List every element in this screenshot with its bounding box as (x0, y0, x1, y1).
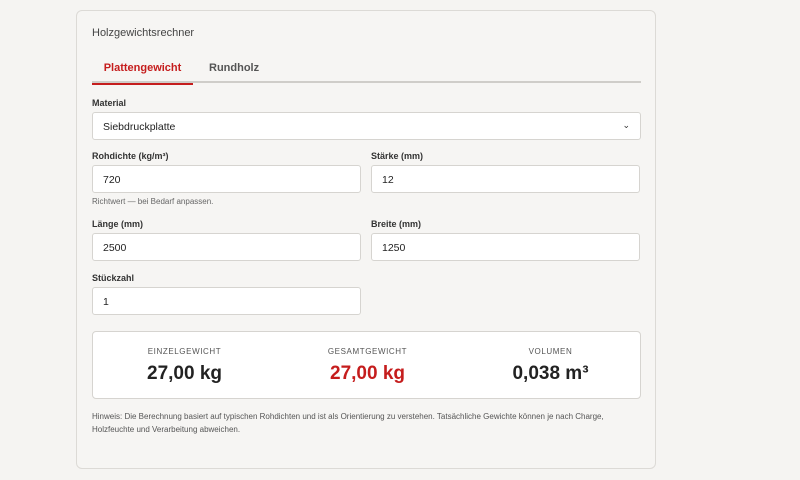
results-panel: EINZELGEWICHT 27,00 kg GESAMTGEWICHT 27,… (92, 331, 641, 399)
calculator-card: Holzgewichtsrechner Plattengewicht Rundh… (76, 10, 656, 469)
length-input[interactable]: 2500 (92, 233, 361, 261)
density-input[interactable]: 720 (92, 165, 361, 193)
quantity-input[interactable]: 1 (92, 287, 361, 315)
material-select[interactable]: Siebdruckplatte ⌄ (92, 112, 641, 140)
card-title: Holzgewichtsrechner (92, 27, 195, 39)
material-value: Siebdruckplatte (103, 121, 176, 133)
length-label: Länge (mm) (92, 219, 144, 229)
total-weight-value: 27,00 kg (330, 363, 405, 384)
thickness-label: Stärke (mm) (371, 151, 424, 161)
volume-result: VOLUMEN 0,038 m³ (459, 332, 642, 400)
single-weight-result: EINZELGEWICHT 27,00 kg (93, 332, 276, 400)
thickness-input[interactable]: 12 (371, 165, 640, 193)
quantity-label: Stückzahl (92, 273, 135, 283)
density-label: Rohdichte (kg/m³) (92, 151, 169, 161)
density-hint: Richtwert — bei Bedarf anpassen. (92, 197, 214, 206)
tab-plattengewicht[interactable]: Plattengewicht (92, 59, 193, 85)
chevron-down-icon: ⌄ (622, 120, 630, 130)
single-weight-label: EINZELGEWICHT (147, 347, 222, 356)
width-input[interactable]: 1250 (371, 233, 640, 261)
volume-value: 0,038 m³ (512, 363, 589, 384)
total-weight-result: GESAMTGEWICHT 27,00 kg (276, 332, 459, 400)
disclaimer-note: Hinweis: Die Berechnung basiert auf typi… (92, 412, 604, 434)
total-weight-label: GESAMTGEWICHT (327, 347, 408, 356)
tab-rundholz[interactable]: Rundholz (209, 59, 259, 83)
single-weight-value: 27,00 kg (147, 363, 222, 384)
width-label: Breite (mm) (371, 219, 422, 229)
tab-bar: Plattengewicht Rundholz (92, 59, 641, 85)
volume-label: VOLUMEN (528, 347, 573, 356)
material-label: Material (92, 98, 127, 108)
